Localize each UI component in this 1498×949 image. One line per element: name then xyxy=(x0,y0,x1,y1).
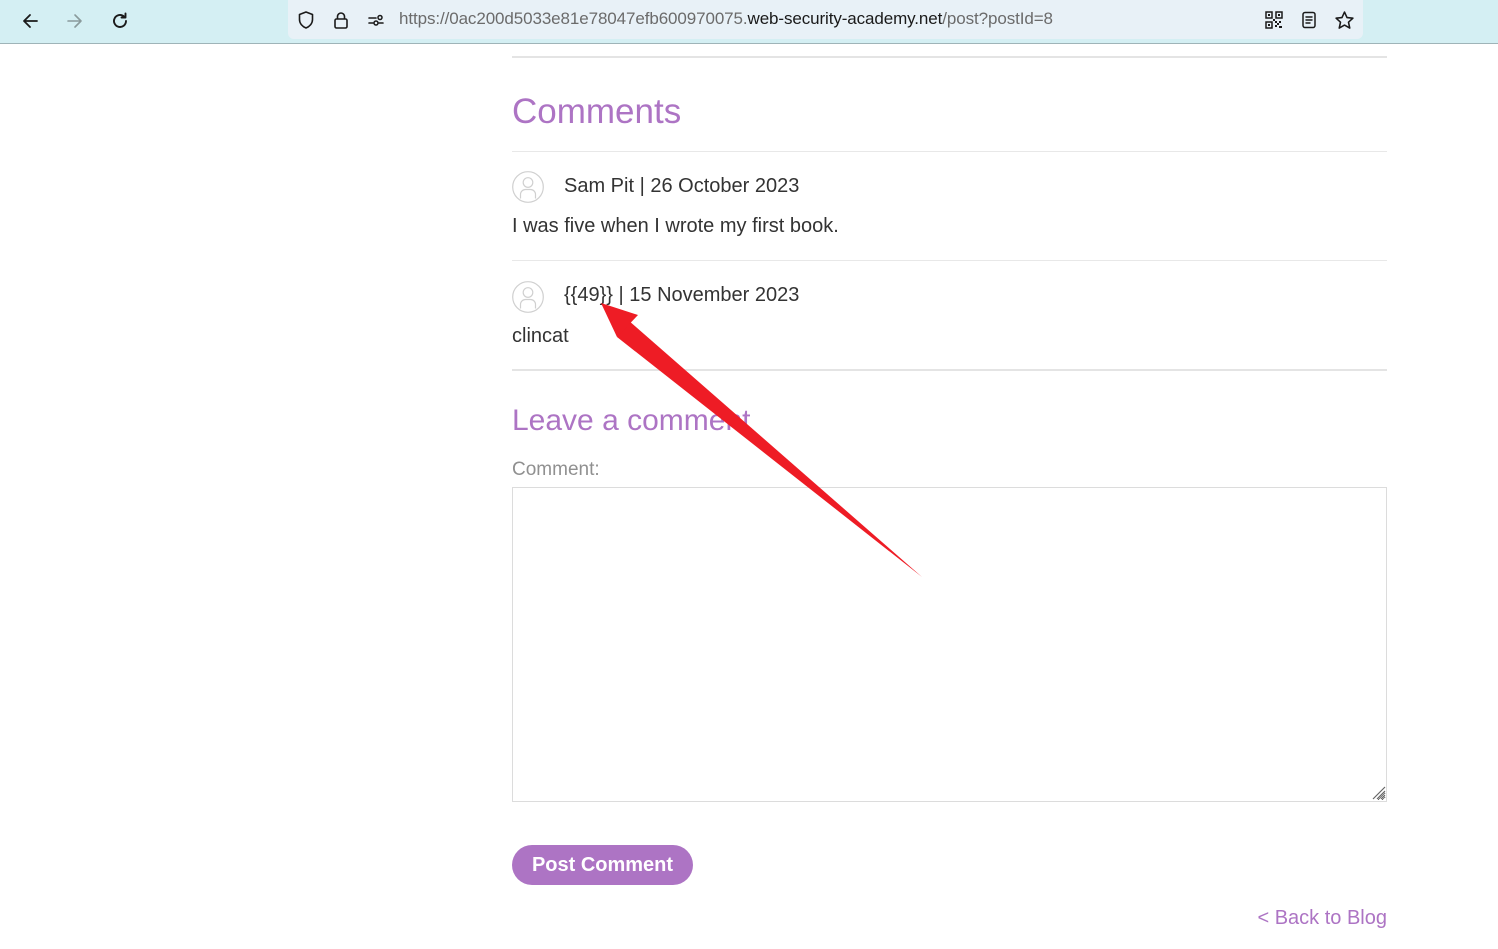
leave-comment-heading: Leave a comment xyxy=(512,404,751,437)
browser-toolbar: https://0ac200d5033e81e78047efb600970075… xyxy=(0,0,1498,44)
comment-author-date: Sam Pit | 26 October 2023 xyxy=(564,175,800,197)
avatar-icon xyxy=(512,171,544,203)
divider xyxy=(512,151,1387,152)
url-text[interactable]: https://0ac200d5033e81e78047efb600970075… xyxy=(399,9,1053,29)
url-host: web-security-academy.net xyxy=(747,9,943,28)
back-button[interactable] xyxy=(15,6,45,36)
arrow-right-icon xyxy=(67,14,82,28)
arrow-left-icon xyxy=(23,14,38,28)
comments-heading: Comments xyxy=(512,92,682,131)
back-to-blog-link[interactable]: < Back to Blog xyxy=(1257,907,1387,930)
shield-icon[interactable] xyxy=(295,9,317,31)
reload-button[interactable] xyxy=(105,6,135,36)
divider xyxy=(512,369,1387,371)
star-icon xyxy=(1334,10,1354,29)
annotation-arrow xyxy=(601,303,922,577)
lock-icon[interactable] xyxy=(330,9,352,31)
url-path: /post?postId=8 xyxy=(942,9,1053,28)
comment-author-date: {{49}} | 15 November 2023 xyxy=(564,284,800,306)
comment-text: I was five when I wrote my first book. xyxy=(512,215,839,237)
avatar-icon xyxy=(512,281,544,313)
url-prefix: https://0ac200d5033e81e78047efb600970075… xyxy=(399,9,748,28)
url-bar[interactable]: https://0ac200d5033e81e78047efb600970075… xyxy=(288,0,1363,39)
bookmark-button[interactable] xyxy=(1332,8,1356,32)
qr-code-button[interactable] xyxy=(1262,8,1286,32)
reload-icon xyxy=(113,12,127,28)
divider xyxy=(512,260,1387,261)
comment-text: clincat xyxy=(512,325,569,347)
divider xyxy=(512,56,1387,58)
forward-button[interactable] xyxy=(60,6,90,36)
permissions-icon[interactable] xyxy=(365,9,387,31)
comment-textarea[interactable] xyxy=(512,487,1387,802)
arrow-head xyxy=(601,303,638,337)
qr-code-icon xyxy=(1265,11,1283,29)
reader-view-icon xyxy=(1302,11,1316,29)
reader-view-button[interactable] xyxy=(1297,8,1321,32)
comment-label: Comment: xyxy=(512,459,600,480)
post-comment-button[interactable]: Post Comment xyxy=(512,845,693,885)
